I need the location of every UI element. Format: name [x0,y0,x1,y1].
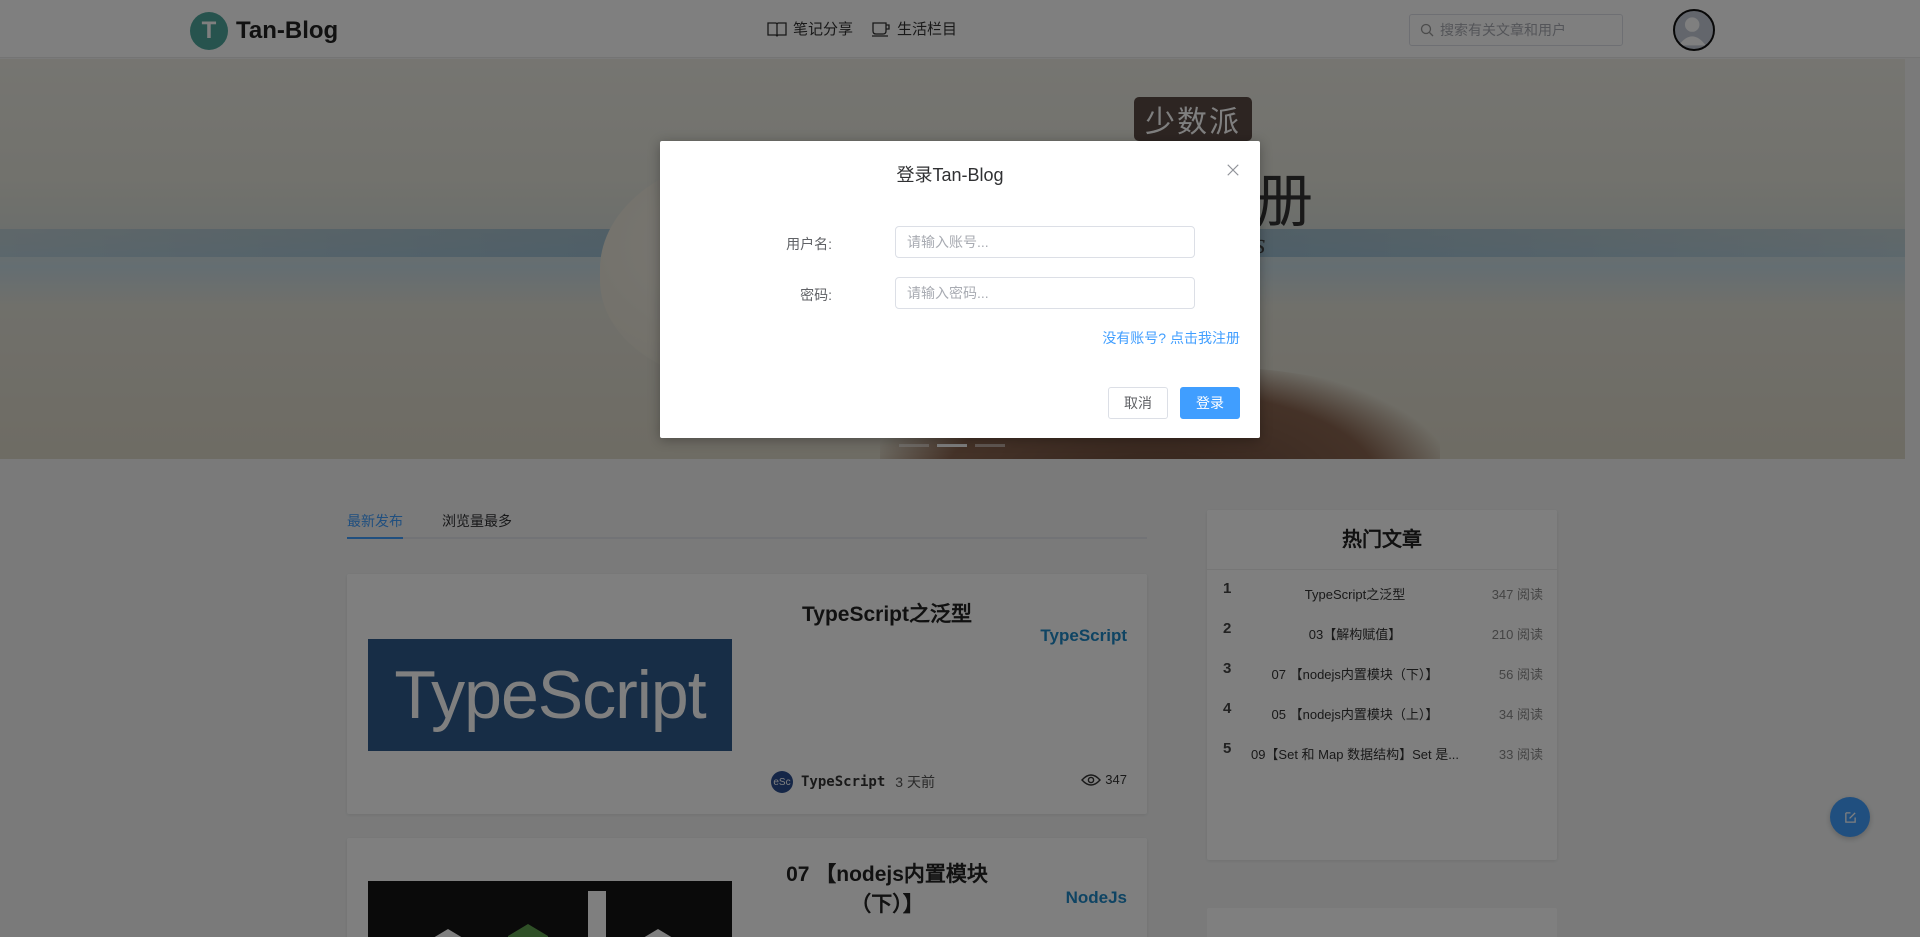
dialog-title: 登录Tan-Blog [896,165,1004,185]
close-icon [1227,164,1239,176]
username-field[interactable] [895,226,1195,258]
register-link[interactable]: 没有账号? 点击我注册 [1102,328,1240,348]
close-button[interactable] [1226,163,1242,179]
password-field[interactable] [895,277,1195,309]
login-button[interactable]: 登录 [1180,387,1240,419]
cancel-button[interactable]: 取消 [1108,387,1168,419]
username-label: 用户名: [786,236,832,252]
username-row: 用户名: [660,226,1260,258]
login-dialog: 登录Tan-Blog 用户名: 密码: 没有账号? 点击我注册 取消 登录 [660,141,1260,438]
password-row: 密码: [660,277,1260,309]
password-label: 密码: [800,287,832,303]
